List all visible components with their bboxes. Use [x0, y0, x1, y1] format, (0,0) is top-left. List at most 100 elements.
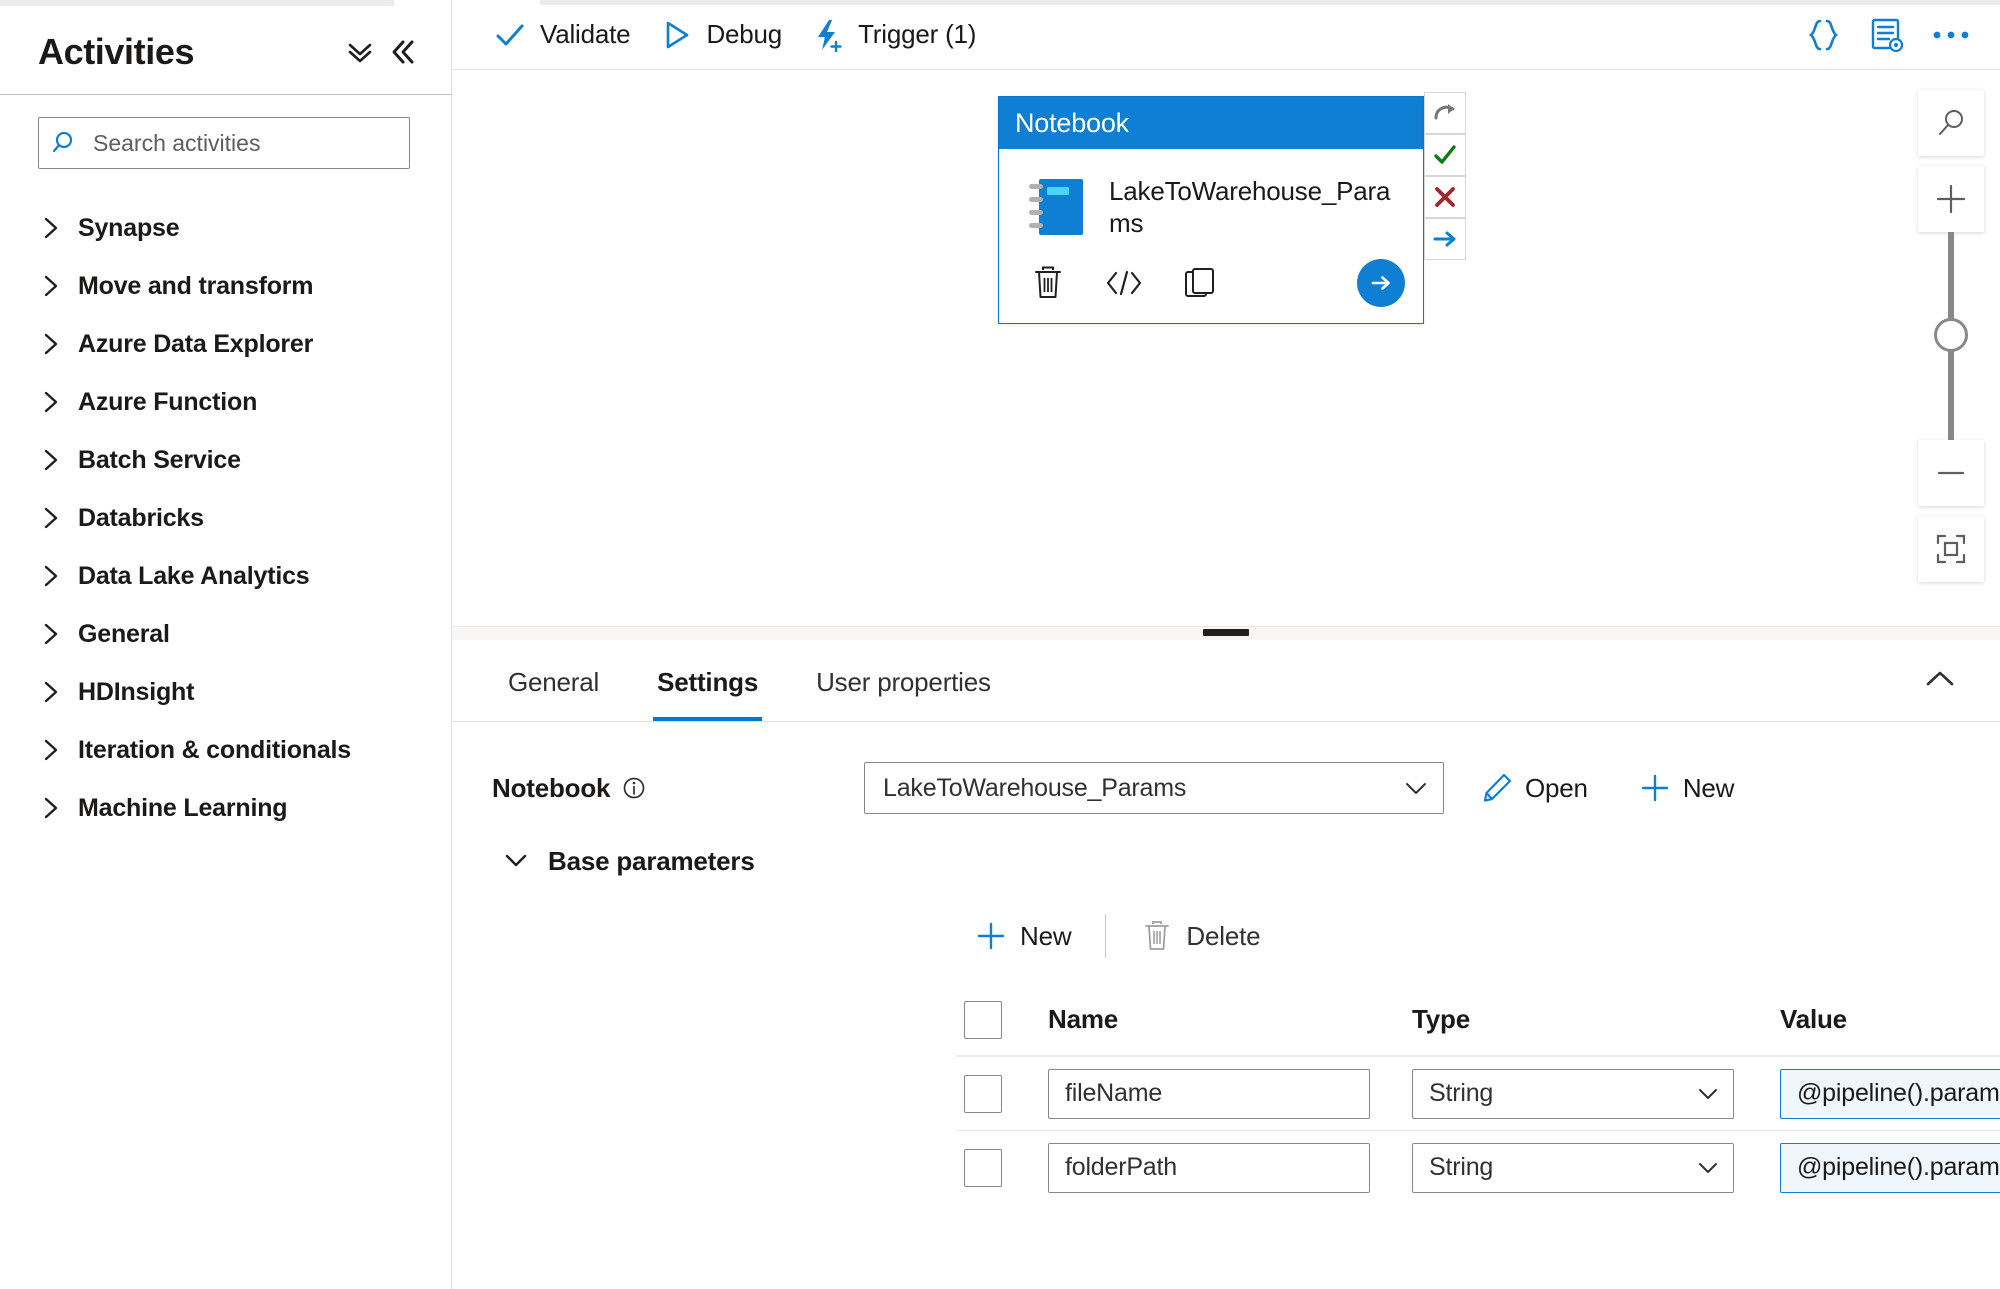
activity-node-header: Notebook	[999, 97, 1423, 149]
arrow-right-circle-icon[interactable]	[1357, 259, 1405, 307]
checkmark-icon	[492, 19, 528, 51]
sidebar-item-label: Batch Service	[78, 445, 241, 474]
notebook-select-value: LakeToWarehouse_Params	[883, 773, 1187, 802]
row-checkbox[interactable]	[964, 1074, 1002, 1113]
plus-icon[interactable]	[1918, 166, 1984, 232]
trigger-label: Trigger (1)	[858, 19, 977, 49]
zoom-slider[interactable]	[1918, 232, 1984, 440]
plus-icon	[1638, 772, 1672, 804]
handle-on-failure[interactable]	[1424, 176, 1466, 218]
row-select-cell	[956, 1148, 1048, 1187]
trigger-button[interactable]: Trigger (1)	[796, 7, 990, 63]
search-box[interactable]	[38, 117, 410, 169]
parameter-name-input[interactable]: folderPath	[1048, 1142, 1370, 1193]
magnifier-icon[interactable]	[1918, 90, 1984, 156]
plus-icon	[974, 920, 1008, 952]
pipeline-canvas[interactable]: Notebook LakeToWarehouse_Params	[452, 70, 2000, 626]
tab-label: User properties	[816, 666, 991, 697]
handle-on-skip[interactable]	[1424, 92, 1466, 134]
tab-label: Settings	[657, 666, 759, 697]
sidebar-item-label: Synapse	[78, 213, 180, 242]
sidebar-item-label: Move and transform	[78, 271, 314, 300]
parameter-value-input[interactable]: @pipeline().parameters.folderPath	[1780, 1142, 2000, 1193]
new-notebook-button[interactable]: New	[1624, 762, 1748, 814]
chevron-right-icon	[40, 273, 70, 299]
tab-settings[interactable]: Settings	[641, 643, 774, 721]
activity-category-list: Synapse Move and transform Azure Data Ex…	[0, 169, 451, 837]
fit-to-screen-icon[interactable]	[1918, 516, 1984, 582]
sidebar-item-iteration-and-conditionals[interactable]: Iteration & conditionals	[0, 721, 451, 779]
double-chevron-left-icon[interactable]	[381, 31, 423, 73]
open-label: Open	[1525, 772, 1588, 803]
chevron-down-icon	[1389, 778, 1443, 798]
panel-splitter[interactable]	[452, 626, 2000, 640]
sidebar-item-databricks[interactable]: Databricks	[0, 489, 451, 547]
open-notebook-button[interactable]: Open	[1466, 762, 1602, 814]
parameter-name-input[interactable]: fileName	[1048, 1068, 1370, 1119]
delete-parameter-button[interactable]: Delete	[1122, 907, 1278, 965]
parameter-value-cell: @pipeline().parameters.folderPath	[1780, 1142, 2000, 1193]
handle-on-success[interactable]	[1424, 134, 1466, 176]
tab-user-properties[interactable]: User properties	[800, 643, 1007, 721]
select-all-cell	[956, 1000, 1048, 1039]
minus-icon[interactable]	[1918, 440, 1984, 506]
settings-tab-content: Notebook LakeToWarehouse_Params Open New…	[452, 722, 2000, 1204]
sidebar-item-synapse[interactable]: Synapse	[0, 199, 451, 257]
sidebar-item-move-and-transform[interactable]: Move and transform	[0, 257, 451, 315]
code-brackets-icon[interactable]	[1097, 259, 1151, 307]
parameter-value-input[interactable]: @pipeline().parameters.fileName	[1780, 1068, 2000, 1119]
chevron-down-icon	[1683, 1085, 1733, 1103]
select-all-checkbox[interactable]	[964, 1000, 1002, 1039]
ellipsis-icon[interactable]	[1922, 6, 1980, 64]
drag-handle-icon[interactable]	[1203, 629, 1249, 636]
base-parameters-section-header[interactable]: Base parameters	[452, 820, 932, 902]
chevron-right-icon	[40, 795, 70, 821]
copy-icon[interactable]	[1173, 259, 1227, 307]
tab-general[interactable]: General	[492, 643, 615, 721]
sidebar-item-hdinsight[interactable]: HDInsight	[0, 663, 451, 721]
row-checkbox[interactable]	[964, 1148, 1002, 1187]
document-gear-icon[interactable]	[1858, 6, 1916, 64]
parameter-type-select[interactable]: String	[1412, 1142, 1734, 1193]
activity-properties-panel: General Settings User properties Noteboo…	[452, 640, 2000, 1289]
table-row: folderPath String @pipeline().param	[956, 1130, 2000, 1204]
sidebar-item-general[interactable]: General	[0, 605, 451, 663]
sidebar-item-azure-function[interactable]: Azure Function	[0, 373, 451, 431]
sidebar-item-batch-service[interactable]: Batch Service	[0, 431, 451, 489]
delete-parameter-label: Delete	[1186, 920, 1261, 951]
debug-button[interactable]: Debug	[644, 7, 796, 63]
trash-icon[interactable]	[1021, 259, 1075, 307]
double-chevron-down-icon[interactable]	[339, 31, 381, 73]
parameter-type-select[interactable]: String	[1412, 1068, 1734, 1119]
notebook-icon	[1021, 175, 1093, 241]
notebook-select[interactable]: LakeToWarehouse_Params	[864, 762, 1444, 814]
curly-braces-icon[interactable]	[1794, 6, 1852, 64]
info-icon[interactable]	[621, 775, 647, 801]
new-parameter-button[interactable]: New	[956, 907, 1089, 965]
chevron-right-icon	[40, 679, 70, 705]
validate-button[interactable]: Validate	[478, 7, 644, 63]
debug-label: Debug	[706, 19, 783, 49]
play-triangle-icon	[658, 19, 694, 51]
activity-connector-handles	[1424, 92, 1468, 260]
base-parameters-table: Name Type Value fileName String @pipelin…	[956, 984, 2000, 1204]
sidebar-item-label: HDInsight	[78, 677, 195, 706]
activity-node[interactable]: Notebook LakeToWarehouse_Params	[998, 92, 1466, 324]
chevron-down-icon	[502, 850, 536, 872]
search-input[interactable]	[93, 129, 409, 157]
chevron-up-icon[interactable]	[1916, 659, 1964, 699]
page-title: Activities	[38, 31, 195, 72]
activity-node-box[interactable]: Notebook LakeToWarehouse_Params	[998, 96, 1424, 324]
sidebar-item-azure-data-explorer[interactable]: Azure Data Explorer	[0, 315, 451, 373]
table-row: fileName String @pipeline().param	[956, 1056, 2000, 1130]
column-header-type: Type	[1412, 1004, 1470, 1034]
parameter-type-cell: String	[1412, 1142, 1780, 1193]
sidebar-item-machine-learning[interactable]: Machine Learning	[0, 779, 451, 837]
parameter-type-cell: String	[1412, 1068, 1780, 1119]
validate-label: Validate	[540, 19, 631, 49]
sidebar-item-data-lake-analytics[interactable]: Data Lake Analytics	[0, 547, 451, 605]
zoom-slider-thumb[interactable]	[1934, 318, 1968, 352]
handle-on-completion[interactable]	[1424, 218, 1466, 260]
search-icon	[39, 118, 93, 168]
activities-sidebar: Activities Search activities Synapse Mov…	[0, 0, 452, 1289]
